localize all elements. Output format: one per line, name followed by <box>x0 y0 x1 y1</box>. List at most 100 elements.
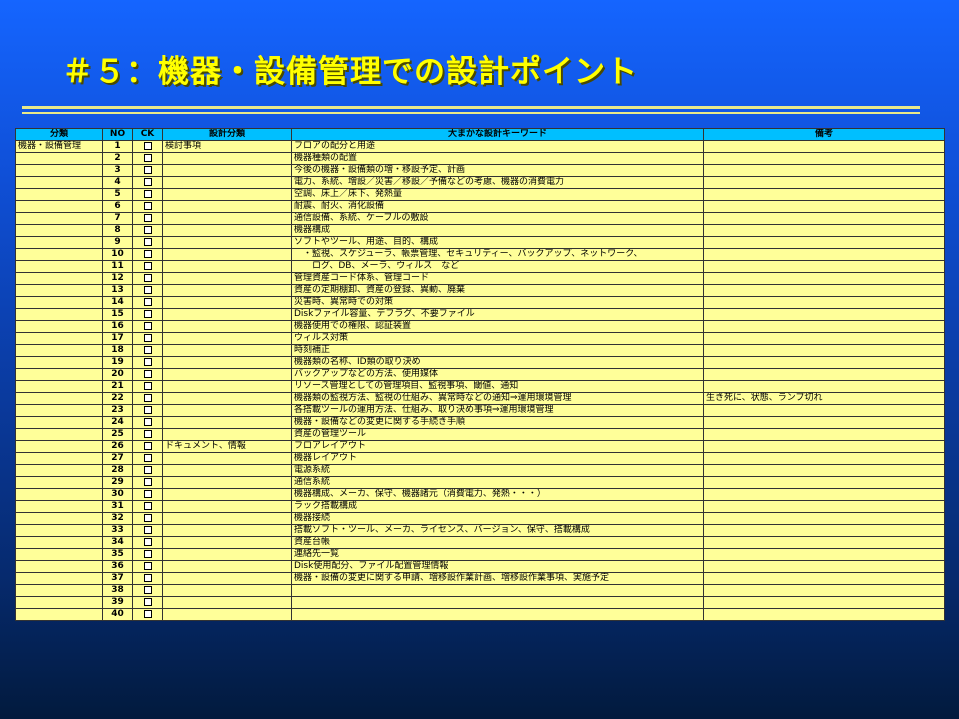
cell-design-category <box>162 488 292 501</box>
cell-design-category <box>162 152 292 165</box>
checkbox-icon[interactable] <box>143 177 152 186</box>
checkbox-icon[interactable] <box>143 501 152 510</box>
checkbox-icon[interactable] <box>143 561 152 570</box>
checkbox-icon[interactable] <box>143 153 152 162</box>
checkbox-icon[interactable] <box>143 597 152 606</box>
cell-no: 39 <box>102 596 133 609</box>
checkbox-icon[interactable] <box>143 321 152 330</box>
checkbox-icon[interactable] <box>143 165 152 174</box>
cell-note <box>703 308 945 321</box>
cell-keyword: 各搭載ツールの運用方法、仕組み、取り決め事項⇒運用環境管理 <box>291 404 704 417</box>
table-row: 25 資産の管理ツール <box>15 428 945 441</box>
cell-no: 11 <box>102 260 133 273</box>
cell-design-category <box>162 332 292 345</box>
cell-keyword: 災害時、異常時での対策 <box>291 296 704 309</box>
cell-category <box>15 476 103 489</box>
cell-check <box>132 260 163 273</box>
cell-keyword <box>291 596 704 609</box>
cell-check <box>132 584 163 597</box>
cell-category <box>15 584 103 597</box>
checkbox-icon[interactable] <box>143 261 152 270</box>
cell-check <box>132 176 163 189</box>
checkbox-icon[interactable] <box>143 225 152 234</box>
checkbox-icon[interactable] <box>143 465 152 474</box>
checkbox-icon[interactable] <box>143 537 152 546</box>
checkbox-icon[interactable] <box>143 381 152 390</box>
cell-no: 5 <box>102 188 133 201</box>
cell-keyword: ログ、DB、メーラ、ウィルス など <box>291 260 704 273</box>
table-row: 35 連絡先一覧 <box>15 548 945 561</box>
cell-no: 4 <box>102 176 133 189</box>
checkbox-icon[interactable] <box>143 309 152 318</box>
checkbox-icon[interactable] <box>143 285 152 294</box>
cell-check <box>132 476 163 489</box>
checkbox-icon[interactable] <box>143 429 152 438</box>
cell-category <box>15 212 103 225</box>
checkbox-icon[interactable] <box>143 513 152 522</box>
checkbox-icon[interactable] <box>143 525 152 534</box>
cell-design-category <box>162 500 292 513</box>
checkbox-icon[interactable] <box>143 549 152 558</box>
cell-keyword: 資産の定期棚卸、資産の登録、異動、廃棄 <box>291 284 704 297</box>
checkbox-icon[interactable] <box>143 189 152 198</box>
checkbox-icon[interactable] <box>143 573 152 582</box>
header-ck: CK <box>132 128 163 141</box>
cell-design-category <box>162 368 292 381</box>
cell-category <box>15 248 103 261</box>
checkbox-icon[interactable] <box>143 357 152 366</box>
cell-note <box>703 476 945 489</box>
checkbox-icon[interactable] <box>143 141 152 150</box>
cell-no: 18 <box>102 344 133 357</box>
table-row: 40 <box>15 608 945 621</box>
checkbox-icon[interactable] <box>143 441 152 450</box>
checkbox-icon[interactable] <box>143 237 152 246</box>
cell-check <box>132 212 163 225</box>
checkbox-icon[interactable] <box>143 393 152 402</box>
checkbox-icon[interactable] <box>143 249 152 258</box>
checkbox-icon[interactable] <box>143 417 152 426</box>
checkbox-icon[interactable] <box>143 489 152 498</box>
cell-note <box>703 440 945 453</box>
checkbox-icon[interactable] <box>143 405 152 414</box>
cell-keyword: ウィルス対策 <box>291 332 704 345</box>
checkbox-icon[interactable] <box>143 201 152 210</box>
cell-category <box>15 524 103 537</box>
checkbox-icon[interactable] <box>143 369 152 378</box>
cell-check <box>132 296 163 309</box>
cell-design-category <box>162 584 292 597</box>
cell-design-category <box>162 536 292 549</box>
header-design-category: 設計分類 <box>162 128 292 141</box>
table-row: 28 電源系統 <box>15 464 945 477</box>
cell-no: 12 <box>102 272 133 285</box>
table-row: 13 資産の定期棚卸、資産の登録、異動、廃棄 <box>15 284 945 297</box>
checkbox-icon[interactable] <box>143 297 152 306</box>
cell-category <box>15 308 103 321</box>
cell-note <box>703 608 945 621</box>
cell-design-category <box>162 224 292 237</box>
checkbox-icon[interactable] <box>143 213 152 222</box>
checkbox-icon[interactable] <box>143 453 152 462</box>
table-row: 5 空調、床上／床下、発熱量 <box>15 188 945 201</box>
cell-no: 36 <box>102 560 133 573</box>
cell-category <box>15 296 103 309</box>
cell-check <box>132 248 163 261</box>
checkbox-icon[interactable] <box>143 345 152 354</box>
cell-design-category <box>162 572 292 585</box>
cell-check <box>132 596 163 609</box>
table-row: 7 通信設備、系統、ケーブルの敷設 <box>15 212 945 225</box>
checkbox-icon[interactable] <box>143 333 152 342</box>
cell-keyword: 機器種類の配置 <box>291 152 704 165</box>
cell-category <box>15 260 103 273</box>
checkbox-icon[interactable] <box>143 477 152 486</box>
table-row: 27 機器レイアウト <box>15 452 945 465</box>
checkbox-icon[interactable] <box>143 585 152 594</box>
cell-design-category <box>162 356 292 369</box>
cell-design-category <box>162 404 292 417</box>
checkbox-icon[interactable] <box>143 609 152 618</box>
cell-no: 28 <box>102 464 133 477</box>
checkbox-icon[interactable] <box>143 273 152 282</box>
cell-design-category <box>162 392 292 405</box>
cell-category <box>15 404 103 417</box>
cell-keyword: 機器構成 <box>291 224 704 237</box>
cell-category <box>15 500 103 513</box>
